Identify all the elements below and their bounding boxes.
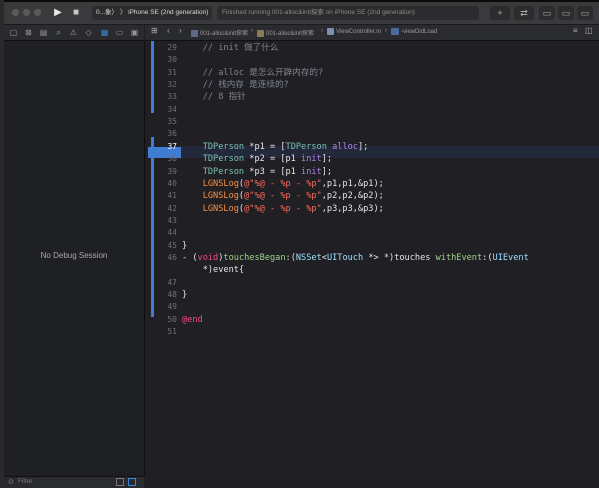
scheme-label: 0...象） 〉 iPhone SE (2nd generation)	[96, 9, 209, 16]
activity-status: Finished running 001-alloc&init探索 on iPh…	[217, 6, 479, 20]
breadcrumb-method[interactable]: -viewDidLoad	[391, 28, 437, 35]
line-number: 34	[167, 104, 177, 114]
breakpoint-navigator-icon[interactable]: ▭	[115, 28, 124, 37]
folder-icon	[257, 29, 264, 37]
library-button[interactable]: +	[490, 6, 510, 20]
line-number: 32	[167, 80, 177, 90]
navigator-filter-bar: ⊙ Filter	[4, 476, 144, 488]
line-number: 39	[167, 166, 177, 176]
project-icon	[191, 29, 198, 37]
navigator-selector-bar: ▢ ⊠ ▤ ⌕ ⚠ ◇ ▦ ▭ ▣	[4, 25, 144, 41]
report-navigator-icon[interactable]: ▣	[130, 28, 139, 37]
issue-navigator-icon[interactable]: ⚠	[69, 28, 78, 37]
breadcrumb-project[interactable]: 001-alloc&init探索	[191, 28, 248, 37]
line-number: 48	[167, 290, 177, 299]
line-number: 43	[167, 215, 177, 225]
find-navigator-icon[interactable]: ⌕	[54, 28, 63, 37]
line-number: 29	[167, 43, 177, 52]
line-number: 47	[167, 277, 177, 287]
code-line[interactable]: *)event{	[182, 264, 244, 276]
line-number: 33	[167, 92, 177, 102]
project-navigator-icon[interactable]: ▢	[9, 28, 18, 37]
line-number: 37	[167, 141, 177, 151]
line-number: 45	[167, 240, 177, 250]
code-line[interactable]: TDPerson *p3 = [p1 init];	[182, 166, 332, 178]
breadcrumb-separator-icon: ›	[321, 28, 323, 34]
code-line[interactable]: LGNSLog(@"%@ - %p - %p",p1,p1,&p1);	[182, 178, 384, 190]
code-line[interactable]: LGNSLog(@"%@ - %p - %p",p2,p2,&p2);	[182, 190, 384, 202]
status-text: Finished running 001-alloc&init探索 on iPh…	[222, 9, 415, 16]
line-number: 40	[167, 178, 177, 188]
source-control-icon[interactable]: ⊠	[24, 28, 33, 37]
line-number: 31	[167, 67, 177, 77]
filter-input[interactable]: Filter	[18, 478, 32, 485]
line-number: 51	[167, 327, 177, 337]
toggle-debug-area-button[interactable]: ▭	[558, 6, 574, 20]
code-line[interactable]: @end	[182, 314, 203, 326]
code-review-button[interactable]: ⇄	[514, 6, 534, 20]
line-number: 41	[167, 191, 177, 201]
close-window-button[interactable]	[12, 9, 19, 16]
scheme-selector[interactable]: 0...象） 〉 iPhone SE (2nd generation)	[92, 6, 212, 20]
test-navigator-icon[interactable]: ◇	[84, 28, 93, 37]
filter-icon: ⊙	[8, 479, 14, 486]
breadcrumb-group[interactable]: 001-alloc&init探索	[257, 28, 314, 37]
filter-scope-icon[interactable]	[128, 478, 136, 486]
forward-icon[interactable]: ›	[179, 26, 182, 35]
xcode-window: ▶ ■ 0...象） 〉 iPhone SE (2nd generation) …	[4, 2, 599, 488]
zoom-window-button[interactable]	[34, 9, 41, 16]
debug-navigator: No Debug Session	[4, 41, 145, 475]
editor-options-icon[interactable]: ≡	[573, 26, 578, 35]
add-editor-icon[interactable]: ◫	[585, 26, 593, 35]
code-line[interactable]: // 栈内存 是连续的?	[182, 79, 289, 91]
source-editor[interactable]: 29 // init 做了什么 30 31 // alloc 是怎么开辟内存的? 32…	[145, 41, 599, 488]
filter-option-icon[interactable]	[116, 478, 124, 486]
breadcrumb-separator-icon: ›	[251, 28, 253, 34]
back-icon[interactable]: ‹	[167, 26, 170, 35]
method-icon	[391, 28, 399, 35]
code-line[interactable]: LGNSLog(@"%@ - %p - %p",p3,p3,&p3);	[182, 203, 384, 215]
toggle-inspector-button[interactable]: ▭	[577, 6, 593, 20]
line-number: 46	[167, 252, 177, 262]
objc-file-icon	[327, 28, 334, 35]
code-line[interactable]: TDPerson *p1 = [TDPerson alloc];	[182, 141, 369, 153]
line-number: 30	[167, 55, 177, 65]
code-line[interactable]: // alloc 是怎么开辟内存的?	[182, 67, 324, 79]
run-icon[interactable]: ▶	[52, 6, 64, 20]
code-line[interactable]: // init 做了什么	[182, 42, 279, 54]
line-number: 36	[167, 129, 177, 139]
line-number: 38	[167, 154, 177, 164]
line-number: 50	[167, 314, 177, 324]
line-number: 44	[167, 228, 177, 238]
code-line[interactable]: // 8 指针	[182, 91, 246, 103]
line-number: 49	[167, 302, 177, 312]
stop-icon[interactable]: ■	[70, 6, 82, 20]
breadcrumb-file[interactable]: ViewController.m	[327, 28, 381, 35]
breadcrumb-separator-icon: ›	[385, 28, 387, 34]
window-toolbar: ▶ ■ 0...象） 〉 iPhone SE (2nd generation) …	[4, 2, 599, 25]
code-line[interactable]: TDPerson *p2 = [p1 init];	[182, 153, 332, 165]
toggle-navigator-button[interactable]: ▭	[539, 6, 555, 20]
code-line[interactable]: }	[182, 289, 187, 301]
code-line[interactable]: - (void)touchesBegan:(NSSet<UITouch *> *…	[182, 252, 529, 264]
code-line[interactable]: }	[182, 240, 187, 252]
minimize-window-button[interactable]	[23, 9, 30, 16]
related-items-icon[interactable]: ⊞	[151, 26, 158, 35]
debug-navigator-icon[interactable]: ▦	[100, 28, 109, 37]
line-number: 42	[167, 203, 177, 213]
no-debug-session-label: No Debug Session	[40, 251, 108, 260]
editor-jump-bar: ⊞ ‹ › 001-alloc&init探索 › 001-alloc&init探…	[145, 25, 599, 41]
line-number: 35	[167, 117, 177, 127]
symbol-navigator-icon[interactable]: ▤	[39, 28, 48, 37]
